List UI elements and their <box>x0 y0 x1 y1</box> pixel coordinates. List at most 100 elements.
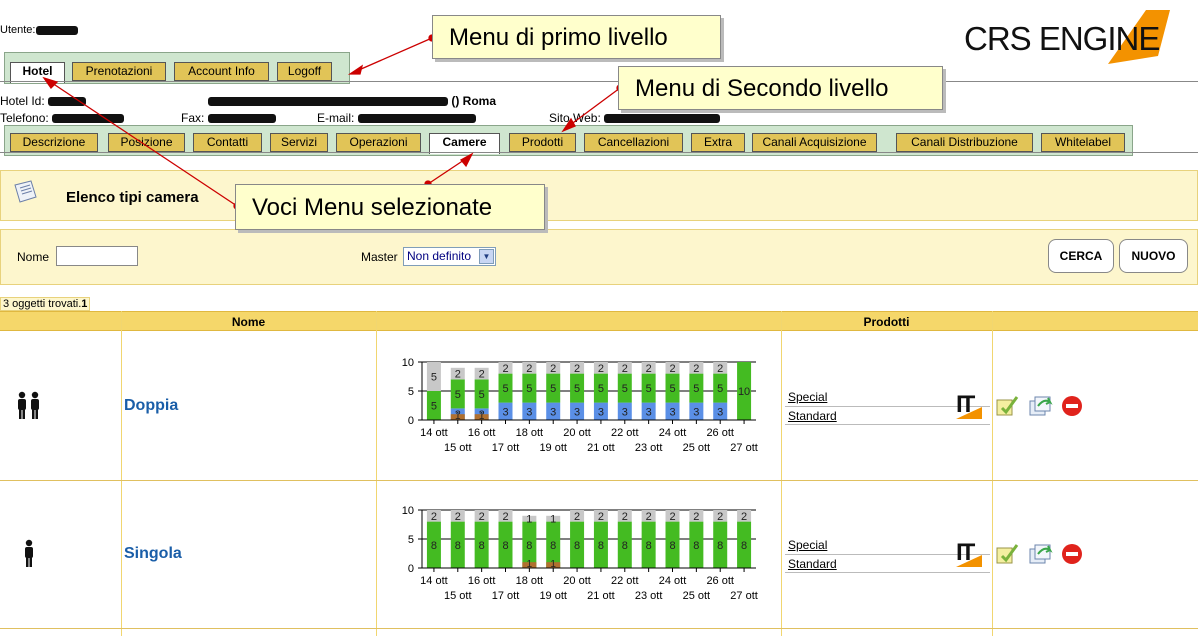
hotel-name: () Roma <box>208 94 496 108</box>
x-tick-label: 18 ott <box>516 427 544 439</box>
x-tick-label: 20 ott <box>563 575 591 587</box>
header-actions-col <box>992 312 1198 332</box>
x-tick-label: 23 ott <box>635 442 663 454</box>
x-tick-label: 18 ott <box>516 575 544 587</box>
edit-icon[interactable] <box>994 394 1020 418</box>
divider <box>785 572 990 573</box>
x-tick-label: 25 ott <box>683 590 711 602</box>
menu2-tab-contatti[interactable]: Contatti <box>193 133 262 152</box>
x-tick-label: 19 ott <box>539 442 567 454</box>
user-label: Utente: <box>0 24 79 36</box>
bar-value-label: 2 <box>741 511 747 523</box>
bar-value-label: 2 <box>646 511 652 523</box>
x-tick-label: 17 ott <box>492 442 520 454</box>
bar-value-label: 3 <box>717 406 723 418</box>
bar-value-label: 1 <box>550 514 556 526</box>
delete-icon[interactable] <box>1060 542 1084 566</box>
language-badge-it: IT <box>952 539 986 567</box>
new-button[interactable]: NUOVO <box>1119 239 1188 273</box>
menu2-tab-posizione[interactable]: Posizione <box>108 133 185 152</box>
master-select-value: Non definito <box>407 249 472 263</box>
menu1-tab-account-info[interactable]: Account Info <box>174 62 269 81</box>
room-name-link[interactable]: Singola <box>124 545 182 563</box>
x-tick-label: 22 ott <box>611 427 639 439</box>
row-action-copy[interactable] <box>1028 394 1054 421</box>
x-tick-label: 26 ott <box>706 575 734 587</box>
bar-value-label: 8 <box>574 540 580 552</box>
menu2-tab-camere[interactable]: Camere <box>429 133 500 154</box>
page-number[interactable]: 1 <box>81 298 87 310</box>
product-link[interactable]: Special <box>788 390 827 404</box>
bar-value-label: 5 <box>431 401 437 413</box>
y-tick-label: 10 <box>402 357 414 369</box>
y-tick-label: 0 <box>408 563 414 575</box>
header-prodotti: Prodotti <box>863 315 910 329</box>
x-tick-label: 24 ott <box>659 427 687 439</box>
menu2-tab-prodotti[interactable]: Prodotti <box>509 133 576 152</box>
y-tick-label: 0 <box>408 415 414 427</box>
bar-value-label: 3 <box>646 406 652 418</box>
x-tick-label: 15 ott <box>444 590 472 602</box>
bar-value-label: 5 <box>550 383 556 395</box>
bar-value-label: 5 <box>502 383 508 395</box>
bar-value-label: 1 <box>526 514 532 526</box>
menu2-tab-canali-acquisizione[interactable]: Canali Acquisizione <box>752 133 877 152</box>
section-title: Elenco tipi camera <box>66 189 199 206</box>
menu2-tab-operazioni[interactable]: Operazioni <box>336 133 421 152</box>
row-action-delete[interactable] <box>1060 394 1084 421</box>
menu2-tab-canali-distribuzione[interactable]: Canali Distribuzione <box>896 133 1033 152</box>
bar-value-label: 8 <box>646 540 652 552</box>
bar-value-label: 8 <box>622 540 628 552</box>
bar-value-label: 5 <box>669 383 675 395</box>
bar-value-label: 2 <box>669 511 675 523</box>
product-link[interactable]: Standard <box>788 557 837 571</box>
bar-value-label: 2 <box>693 511 699 523</box>
callout-menu-primo-livello: Menu di primo livello <box>432 15 721 59</box>
bar-value-label: 8 <box>479 540 485 552</box>
row-action-copy[interactable] <box>1028 542 1054 569</box>
availability-chart: 051082828282811811828282828282828214 ott… <box>402 505 758 602</box>
menu2-tab-cancellazioni[interactable]: Cancellazioni <box>584 133 683 152</box>
y-tick-label: 5 <box>408 534 414 546</box>
bar-value-label: 2 <box>502 511 508 523</box>
bar-value-label: 3 <box>574 406 580 418</box>
table-header: Nome Prodotti <box>0 311 1198 331</box>
row-action-delete[interactable] <box>1060 542 1084 569</box>
bar-value-label: 2 <box>502 363 508 375</box>
master-select[interactable]: Non definito ▼ <box>403 247 496 266</box>
edit-icon[interactable] <box>994 542 1020 566</box>
bar-value-label: 8 <box>526 540 532 552</box>
menu1-tab-logoff[interactable]: Logoff <box>277 62 332 81</box>
header-chart-col <box>376 312 781 332</box>
product-link[interactable]: Special <box>788 538 827 552</box>
room-name-link[interactable]: Doppia <box>124 397 178 415</box>
bar-value-label: 8 <box>550 540 556 552</box>
menu1-tab-hotel[interactable]: Hotel <box>10 62 65 83</box>
bar-value-label: 8 <box>669 540 675 552</box>
nome-input[interactable] <box>56 246 138 266</box>
crs-engine-logo: CRS ENGINE <box>958 6 1180 64</box>
row-action-edit[interactable] <box>994 542 1020 569</box>
x-tick-label: 25 ott <box>683 442 711 454</box>
menu2-tab-servizi[interactable]: Servizi <box>270 133 328 152</box>
copy-icon[interactable] <box>1028 394 1054 418</box>
divider <box>0 81 1198 82</box>
bar-value-label: 2 <box>574 511 580 523</box>
y-tick-label: 5 <box>408 386 414 398</box>
bar-value-label: 2 <box>598 511 604 523</box>
copy-icon[interactable] <box>1028 542 1054 566</box>
menu1-tab-prenotazioni[interactable]: Prenotazioni <box>72 62 166 81</box>
bar-value-label: 2 <box>622 363 628 375</box>
y-tick-label: 10 <box>402 505 414 517</box>
search-button[interactable]: CERCA <box>1048 239 1114 273</box>
menu2-tab-descrizione[interactable]: Descrizione <box>10 133 98 152</box>
chevron-down-icon[interactable]: ▼ <box>479 249 494 264</box>
menu2-tab-extra[interactable]: Extra <box>691 133 745 152</box>
product-link[interactable]: Standard <box>788 409 837 423</box>
delete-icon[interactable] <box>1060 394 1084 418</box>
bar-value-label: 5 <box>622 383 628 395</box>
row-action-edit[interactable] <box>994 394 1020 421</box>
bar-value-label: 2 <box>693 363 699 375</box>
menu2-tab-whitelabel[interactable]: Whitelabel <box>1041 133 1125 152</box>
bar-value-label: 10 <box>738 386 750 398</box>
